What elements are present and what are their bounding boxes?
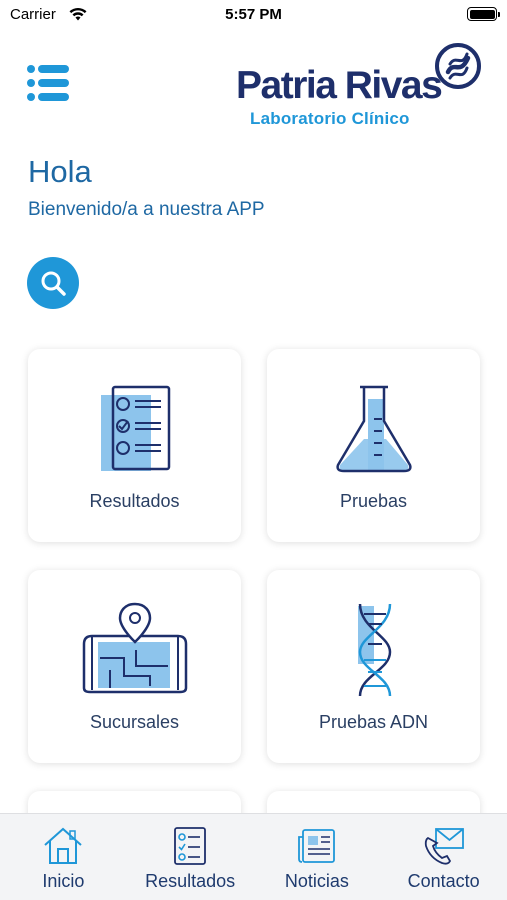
map-pin-icon [82, 602, 187, 694]
tab-label: Contacto [407, 871, 480, 891]
welcome-subtitle: Bienvenido/a a nuestra APP [28, 199, 265, 220]
greeting-title: Hola [28, 154, 92, 189]
card-resultados[interactable]: Resultados [28, 349, 241, 542]
tab-noticias[interactable]: Noticias [254, 814, 381, 900]
card-sucursales[interactable]: Sucursales [28, 570, 241, 763]
search-button[interactable] [27, 257, 79, 309]
tab-inicio[interactable]: Inicio [0, 814, 127, 900]
logo-subtitle: Laboratorio Clínico [250, 109, 410, 128]
battery-icon [467, 7, 500, 21]
search-icon [41, 271, 66, 296]
status-bar: Carrier 5:57 PM [0, 0, 507, 30]
checklist-icon [174, 827, 207, 865]
status-time: 5:57 PM [225, 6, 282, 23]
phone-mail-icon [424, 828, 464, 865]
menu-button[interactable] [26, 63, 72, 103]
dna-icon [357, 603, 391, 697]
card-pruebas[interactable]: Pruebas [267, 349, 480, 542]
results-checklist-icon [100, 385, 170, 471]
card-label: Pruebas ADN [318, 712, 429, 732]
tab-label: Inicio [42, 871, 85, 891]
card-label: Resultados [89, 491, 180, 511]
card-pruebas-adn[interactable]: Pruebas ADN [267, 570, 480, 763]
tab-label: Noticias [284, 871, 349, 891]
card-label: Pruebas [339, 491, 408, 511]
tab-bar: Inicio Resultados Noticias Contacto [0, 813, 507, 900]
newspaper-icon [297, 829, 335, 863]
logo-name: Patria Rivas [236, 64, 443, 107]
hamburger-icon [27, 65, 69, 101]
tab-label: Resultados [145, 871, 236, 891]
home-icon [44, 827, 83, 864]
tab-resultados[interactable]: Resultados [127, 814, 254, 900]
card-label: Sucursales [89, 712, 180, 732]
tab-contacto[interactable]: Contacto [380, 814, 507, 900]
brand-logo: Patria Rivas Laboratorio Clínico [232, 42, 487, 132]
flask-icon [335, 385, 412, 473]
logo-mark-icon [435, 43, 481, 89]
